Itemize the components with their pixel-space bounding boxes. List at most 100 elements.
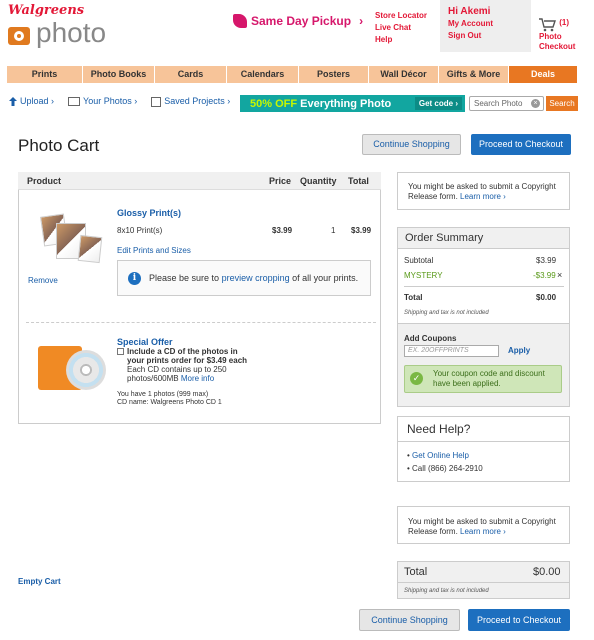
call-number: Call (866) 264-2910 — [412, 464, 483, 473]
item-size: 8x10 Print(s) — [117, 226, 163, 235]
same-day-pickup-link[interactable]: Same Day Pickup › — [233, 14, 363, 28]
cd-info: You have 1 photos (999 max) CD name: Wal… — [117, 391, 222, 407]
nav-calendars[interactable]: Calendars — [227, 66, 299, 83]
total-value: $0.00 — [536, 293, 557, 302]
note-post: of all your prints. — [292, 273, 359, 283]
greeting: Hi Akemi — [448, 6, 491, 17]
apply-button[interactable]: Apply — [508, 346, 530, 355]
cropping-note-text: Please be sure to preview cropping of al… — [149, 273, 358, 283]
proceed-checkout-button[interactable]: Proceed to Checkout — [471, 134, 571, 155]
col-total: Total — [348, 176, 369, 186]
divider — [404, 286, 564, 287]
preview-cropping-link[interactable]: preview cropping — [222, 273, 290, 283]
bottom-total-label: Total — [404, 566, 428, 578]
item-qty[interactable]: 1 — [331, 226, 335, 235]
search-button[interactable]: Search — [546, 96, 578, 111]
more-info-link[interactable]: More info — [181, 374, 214, 383]
top-links: Store Locator Live Chat Help — [375, 10, 427, 46]
item-total: $3.99 — [351, 226, 372, 235]
remove-link[interactable]: Remove — [28, 276, 58, 285]
mystery-value: -$3.99 — [533, 271, 556, 280]
saved-projects-icon — [151, 96, 162, 107]
your-photos-label: Your Photos › — [83, 96, 138, 107]
proceed-checkout-button-bottom[interactable]: Proceed to Checkout — [468, 609, 570, 631]
saved-projects-label: Saved Projects › — [164, 96, 231, 106]
page-title: Photo Cart — [18, 136, 100, 155]
cart-link[interactable]: (1) Photo Checkout — [539, 18, 583, 52]
cd-checkbox[interactable] — [117, 348, 124, 355]
need-help-title: Need Help? — [407, 422, 471, 436]
upload-icon — [9, 97, 17, 107]
item-name[interactable]: Glossy Print(s) — [117, 208, 181, 218]
note-pre: Please be sure to — [149, 273, 220, 283]
photos-icon — [68, 97, 81, 107]
promo-off: 50% OFF — [250, 97, 298, 110]
my-account-link[interactable]: My Account — [448, 18, 523, 30]
total-label: Total — [404, 293, 423, 302]
bottom-total-value: $0.00 — [533, 566, 561, 578]
offer-line2: your prints order for $3.49 each — [127, 356, 248, 365]
sub-nav: Upload › Your Photos › Saved Projects › — [8, 96, 230, 107]
upload-link[interactable]: Upload › — [8, 96, 55, 107]
col-product: Product — [27, 176, 62, 186]
cart-count: (1) — [559, 18, 570, 27]
offer-title: Special Offer — [117, 337, 173, 347]
check-icon: ✓ — [410, 372, 423, 385]
main-nav: Prints Photo Books Cards Calendars Poste… — [7, 66, 578, 83]
get-code-button[interactable]: Get code › — [414, 97, 462, 110]
nav-prints[interactable]: Prints — [7, 66, 83, 83]
continue-shopping-button-bottom[interactable]: Continue Shopping — [359, 609, 460, 631]
promo-banner[interactable]: 50% OFF Everything Photo Get code › — [240, 95, 465, 112]
empty-cart-link[interactable]: Empty Cart — [18, 577, 61, 586]
divider — [26, 322, 376, 323]
cd-disc-image — [66, 350, 106, 390]
cart-table-header: Product Price Quantity Total — [18, 172, 381, 190]
learn-more-link[interactable]: Learn more › — [460, 527, 506, 536]
edit-prints-link[interactable]: Edit Prints and Sizes — [117, 246, 191, 255]
nav-deals[interactable]: Deals — [509, 66, 578, 83]
cropping-note: i Please be sure to preview cropping of … — [117, 260, 371, 296]
live-chat-link[interactable]: Live Chat — [375, 22, 427, 34]
nav-posters[interactable]: Posters — [299, 66, 369, 83]
cd-name: CD name: Walgreens Photo CD 1 — [117, 399, 222, 406]
same-day-label: Same Day Pickup — [251, 14, 352, 28]
shipping-note: Shipping and tax is not included — [404, 310, 489, 316]
add-coupons-label: Add Coupons — [404, 334, 457, 343]
upload-label: Upload › — [20, 96, 55, 107]
account-box: Hi Akemi My Account Sign Out — [440, 0, 531, 52]
help-link[interactable]: Help — [375, 34, 427, 46]
store-locator-link[interactable]: Store Locator — [375, 10, 427, 22]
cart-icon — [539, 18, 556, 32]
nav-gifts[interactable]: Gifts & More — [439, 66, 509, 83]
nav-photo-books[interactable]: Photo Books — [83, 66, 155, 83]
col-quantity: Quantity — [300, 176, 337, 186]
chevron-right-icon: › — [359, 14, 364, 28]
nav-wall-decor[interactable]: Wall Décor — [369, 66, 439, 83]
offer-line1: Include a CD of the photos in — [127, 347, 238, 356]
photo-count: You have 1 photos (999 max) — [117, 391, 209, 398]
call-item: • Call (866) 264-2910 — [407, 464, 483, 473]
subtotal-label: Subtotal — [404, 256, 434, 265]
coupon-input[interactable]: EX. 20OFFPRINTS — [404, 345, 499, 357]
online-help-link[interactable]: Get Online Help — [412, 451, 469, 460]
offer-line4: photos/600MB — [127, 374, 179, 383]
photo-logo-text[interactable]: photo — [36, 17, 106, 49]
divider — [397, 441, 570, 442]
sign-out-link[interactable]: Sign Out — [448, 30, 523, 42]
saved-projects-link[interactable]: Saved Projects › — [151, 96, 230, 107]
divider — [397, 582, 570, 583]
cart-label: Photo Checkout — [539, 32, 576, 51]
offer-line3: Each CD contains up to 250 — [127, 365, 227, 374]
learn-more-link[interactable]: Learn more › — [460, 192, 506, 201]
walgreens-logo[interactable]: Walgreens — [8, 3, 84, 18]
remove-coupon-icon[interactable]: × — [557, 270, 562, 280]
subtotal-value: $3.99 — [536, 256, 557, 265]
online-help-item: • Get Online Help — [407, 451, 469, 460]
nav-cards[interactable]: Cards — [155, 66, 227, 83]
continue-shopping-button[interactable]: Continue Shopping — [362, 134, 461, 155]
copyright-box: You might be asked to submit a Copyright… — [397, 172, 570, 210]
your-photos-link[interactable]: Your Photos › — [68, 96, 138, 107]
promo-text: Everything Photo — [300, 97, 392, 110]
copyright-box-2: You might be asked to submit a Copyright… — [397, 506, 570, 544]
clear-search-icon[interactable]: × — [531, 99, 540, 108]
